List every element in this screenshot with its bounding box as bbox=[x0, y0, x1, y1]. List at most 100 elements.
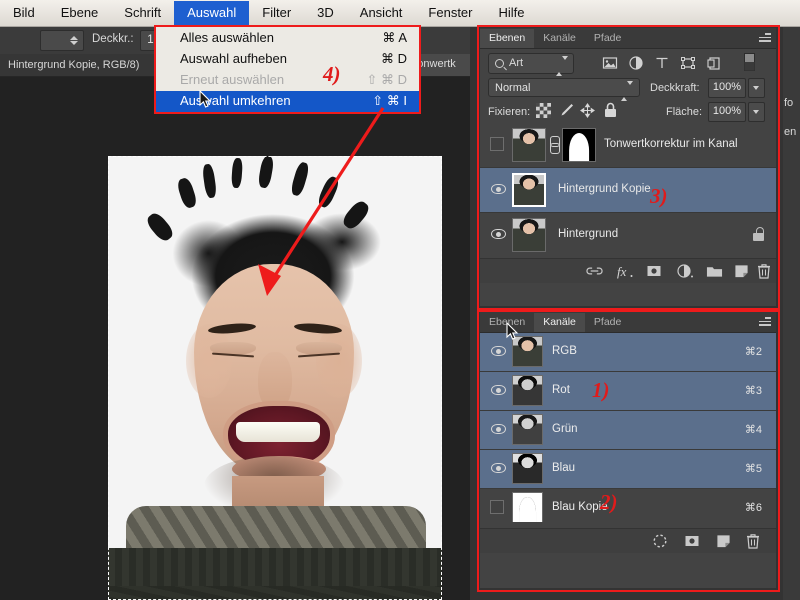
add-layer-mask-icon[interactable] bbox=[646, 263, 662, 279]
smartobject-filter-icon[interactable] bbox=[706, 55, 722, 71]
chevron-updown-icon bbox=[621, 81, 633, 101]
new-adjustment-layer-icon[interactable] bbox=[676, 263, 694, 279]
tab-ebenen[interactable]: Ebenen bbox=[480, 29, 535, 48]
new-layer-icon[interactable] bbox=[734, 263, 749, 279]
fill-dropdown-icon[interactable] bbox=[748, 102, 765, 122]
layers-panel-footer[interactable]: fx bbox=[480, 258, 776, 283]
channel-visibility-toggle[interactable] bbox=[491, 424, 506, 434]
channel-shortcut: ⌘3 bbox=[744, 385, 762, 397]
table-row[interactable]: Grün ⌘4 bbox=[480, 411, 776, 450]
menu-ebene[interactable]: Ebene bbox=[48, 1, 112, 25]
lock-image-icon[interactable] bbox=[558, 102, 575, 119]
layer-link-icon[interactable] bbox=[548, 136, 560, 154]
delete-channel-icon[interactable] bbox=[746, 533, 760, 549]
channel-visibility-toggle[interactable] bbox=[491, 463, 506, 473]
auswahl-dropdown-menu[interactable]: Alles auswählen ⌘ A Auswahl aufheben ⌘ D… bbox=[155, 26, 420, 112]
layer-thumbnail[interactable] bbox=[512, 173, 546, 207]
stepper-control[interactable] bbox=[40, 30, 84, 51]
table-row[interactable]: Blau ⌘5 bbox=[480, 450, 776, 489]
layer-name[interactable]: Hintergrund Kopie bbox=[558, 183, 651, 195]
layer-visibility-toggle[interactable] bbox=[490, 137, 504, 151]
layer-filter-row[interactable]: Art bbox=[480, 49, 776, 76]
blend-mode-row[interactable]: Normal Deckkraft: 100% bbox=[480, 75, 776, 101]
adjustment-filter-icon[interactable] bbox=[628, 55, 644, 71]
lock-transparency-icon[interactable] bbox=[536, 103, 551, 118]
lock-row[interactable]: Fixieren: Fläche: 100% bbox=[480, 99, 776, 123]
table-row[interactable]: Rot ⌘3 bbox=[480, 372, 776, 411]
delete-layer-icon[interactable] bbox=[757, 263, 771, 279]
channel-shortcut: ⌘6 bbox=[744, 502, 762, 514]
menu-schrift[interactable]: Schrift bbox=[111, 1, 174, 25]
tab-kanaele[interactable]: Kanäle bbox=[534, 313, 585, 332]
new-channel-icon[interactable] bbox=[716, 533, 731, 549]
menu-item-label: Alles auswählen bbox=[180, 30, 274, 45]
channels-panel-tabbar[interactable]: Ebenen Kanäle Pfade bbox=[480, 312, 776, 333]
opacity-label: Deckkr.: bbox=[92, 33, 134, 45]
channel-thumbnail[interactable] bbox=[512, 414, 543, 445]
table-row[interactable]: RGB ⌘2 bbox=[480, 333, 776, 372]
layer-visibility-toggle[interactable] bbox=[491, 229, 506, 239]
channel-visibility-toggle[interactable] bbox=[491, 346, 506, 356]
shape-filter-icon[interactable] bbox=[680, 55, 696, 71]
dock-collapsed-strip[interactable] bbox=[783, 26, 800, 600]
channels-panel-footer[interactable] bbox=[480, 528, 776, 553]
dock-label-layers[interactable]: en bbox=[784, 126, 796, 138]
menu-fenster[interactable]: Fenster bbox=[415, 1, 485, 25]
layer-visibility-toggle[interactable] bbox=[491, 184, 506, 194]
image-filter-icon[interactable] bbox=[602, 55, 618, 71]
menu-3d[interactable]: 3D bbox=[304, 1, 347, 25]
document-canvas[interactable] bbox=[108, 156, 442, 600]
tab-pfade[interactable]: Pfade bbox=[585, 313, 630, 332]
blend-mode-select[interactable]: Normal bbox=[488, 78, 640, 101]
table-row[interactable]: Hintergrund Kopie bbox=[480, 168, 776, 213]
lock-all-icon[interactable] bbox=[604, 102, 617, 118]
layers-panel-tabbar[interactable]: Ebenen Kanäle Pfade bbox=[480, 28, 776, 49]
table-row[interactable]: Tonwertkorrektur im Kanal bbox=[480, 123, 776, 168]
channel-visibility-toggle[interactable] bbox=[490, 500, 504, 514]
menu-item-auswahl-umkehren[interactable]: Auswahl umkehren ⇧ ⌘ I bbox=[156, 91, 419, 112]
channels-panel[interactable]: Ebenen Kanäle Pfade RGB ⌘2 Rot ⌘3 Grün ⌘… bbox=[480, 312, 776, 588]
table-row[interactable]: Hintergrund bbox=[480, 213, 776, 258]
layer-mask-thumbnail[interactable] bbox=[562, 128, 596, 162]
opacity-value[interactable]: 100% bbox=[708, 78, 746, 98]
layers-panel[interactable]: Ebenen Kanäle Pfade Art Normal Deckkraft… bbox=[480, 28, 776, 306]
menu-auswahl[interactable]: Auswahl bbox=[174, 1, 250, 25]
menu-hilfe[interactable]: Hilfe bbox=[486, 1, 538, 25]
new-group-icon[interactable] bbox=[706, 263, 723, 279]
layer-name[interactable]: Tonwertkorrektur im Kanal bbox=[604, 138, 738, 150]
layer-filter-type-select[interactable]: Art bbox=[488, 53, 574, 76]
dock-label-info[interactable]: fo bbox=[784, 97, 793, 109]
menu-item-label: Erneut auswählen bbox=[180, 72, 285, 87]
tab-pfade[interactable]: Pfade bbox=[585, 29, 630, 48]
channel-thumbnail[interactable] bbox=[512, 492, 543, 523]
chevron-updown-icon bbox=[556, 56, 568, 76]
channel-thumbnail[interactable] bbox=[512, 453, 543, 484]
menu-ansicht[interactable]: Ansicht bbox=[347, 1, 416, 25]
save-selection-as-channel-icon[interactable] bbox=[684, 533, 700, 549]
mouse-cursor bbox=[199, 90, 212, 108]
panel-menu-icon[interactable] bbox=[759, 33, 771, 43]
fill-value[interactable]: 100% bbox=[708, 102, 746, 122]
menubar[interactable]: Bild Ebene Schrift Auswahl Filter 3D Ans… bbox=[0, 0, 800, 27]
menu-item-alles-auswaehlen[interactable]: Alles auswählen ⌘ A bbox=[156, 28, 419, 49]
filter-toggle-icon[interactable] bbox=[744, 53, 755, 71]
opacity-dropdown-icon[interactable] bbox=[748, 78, 765, 98]
layer-thumbnail[interactable] bbox=[512, 128, 546, 162]
channel-thumbnail[interactable] bbox=[512, 375, 543, 406]
tab-kanaele[interactable]: Kanäle bbox=[534, 29, 585, 48]
lock-position-icon[interactable] bbox=[580, 103, 595, 118]
menu-item-auswahl-aufheben[interactable]: Auswahl aufheben ⌘ D bbox=[156, 49, 419, 70]
menu-filter[interactable]: Filter bbox=[249, 1, 304, 25]
layer-thumbnail[interactable] bbox=[512, 218, 546, 252]
filter-type-label: Art bbox=[509, 57, 524, 69]
load-channel-as-selection-icon[interactable] bbox=[652, 533, 668, 549]
menu-item-shortcut: ⌘ A bbox=[382, 30, 407, 45]
link-layers-icon[interactable] bbox=[586, 263, 603, 279]
type-filter-icon[interactable] bbox=[654, 55, 670, 71]
canvas-workspace[interactable] bbox=[0, 76, 470, 600]
layer-style-fx-icon[interactable]: fx bbox=[616, 263, 634, 279]
panel-menu-icon[interactable] bbox=[759, 317, 771, 327]
layer-name[interactable]: Hintergrund bbox=[558, 228, 618, 240]
menu-bild[interactable]: Bild bbox=[0, 1, 48, 25]
channel-visibility-toggle[interactable] bbox=[491, 385, 506, 395]
